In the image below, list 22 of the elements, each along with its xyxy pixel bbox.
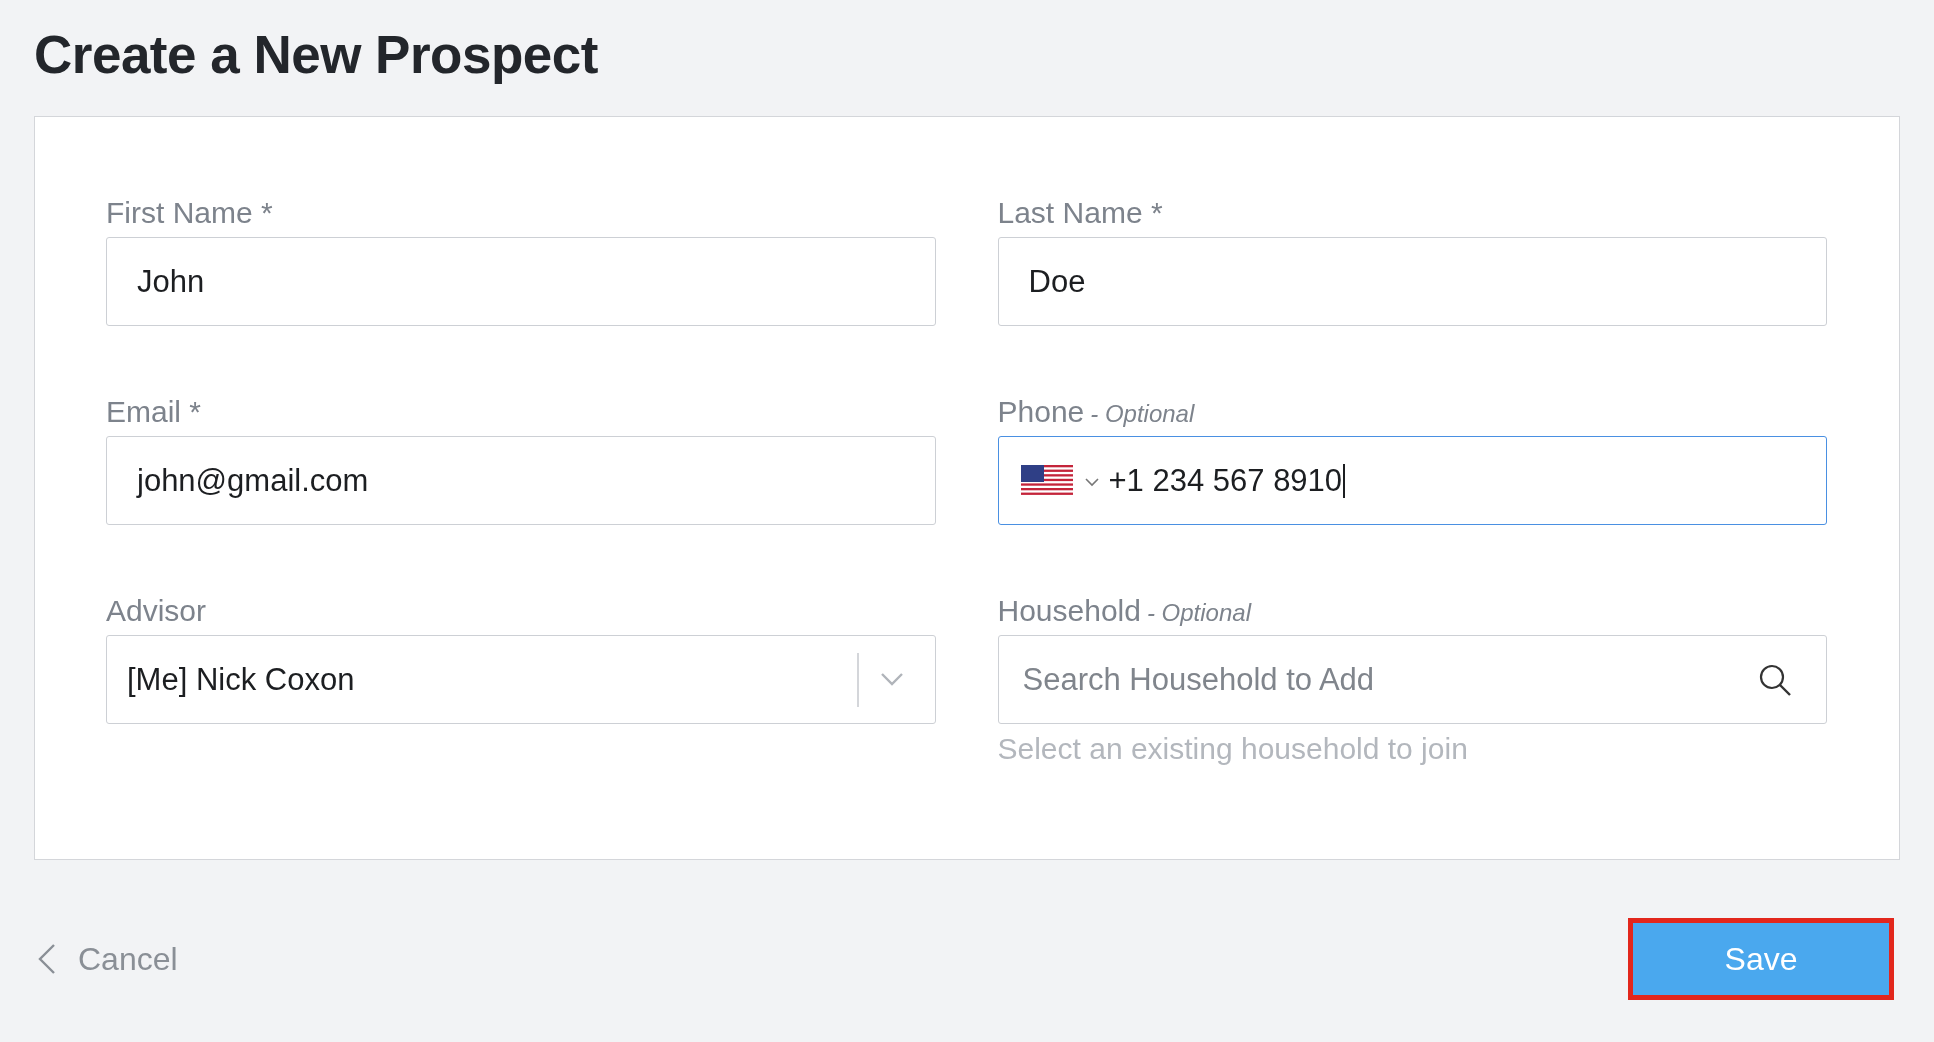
field-label: Phone <box>997 395 1085 428</box>
field-label: Household <box>997 594 1141 627</box>
helper-text: Select an existing household to join <box>997 732 1469 766</box>
optional-hint: - Optional <box>1090 400 1195 427</box>
chevron-down-icon <box>880 673 903 686</box>
page-title: Create a New Prospect <box>34 26 599 84</box>
text-field[interactable]: Doe <box>997 237 1827 326</box>
field-placeholder: Search Household to Add <box>1022 661 1375 698</box>
advisor-select[interactable]: [Me] Nick Coxon <box>106 635 936 724</box>
field-label: First Name * <box>106 196 273 229</box>
phone-field[interactable]: +1 234 567 8910 <box>997 436 1827 525</box>
flag-icon <box>1020 464 1073 497</box>
text-field[interactable]: john@gmail.com <box>106 436 936 525</box>
optional-hint: - Optional <box>1146 599 1251 626</box>
chevron-down-icon[interactable] <box>1084 478 1099 487</box>
field-label: Last Name * <box>997 196 1163 229</box>
search-icon <box>1758 662 1792 697</box>
field-label: Advisor <box>106 594 207 627</box>
household-search-field[interactable]: Search Household to Add <box>997 635 1827 724</box>
field-label: Email * <box>106 395 202 428</box>
chevron-left-icon <box>38 943 56 975</box>
text-field[interactable]: John <box>106 237 936 326</box>
